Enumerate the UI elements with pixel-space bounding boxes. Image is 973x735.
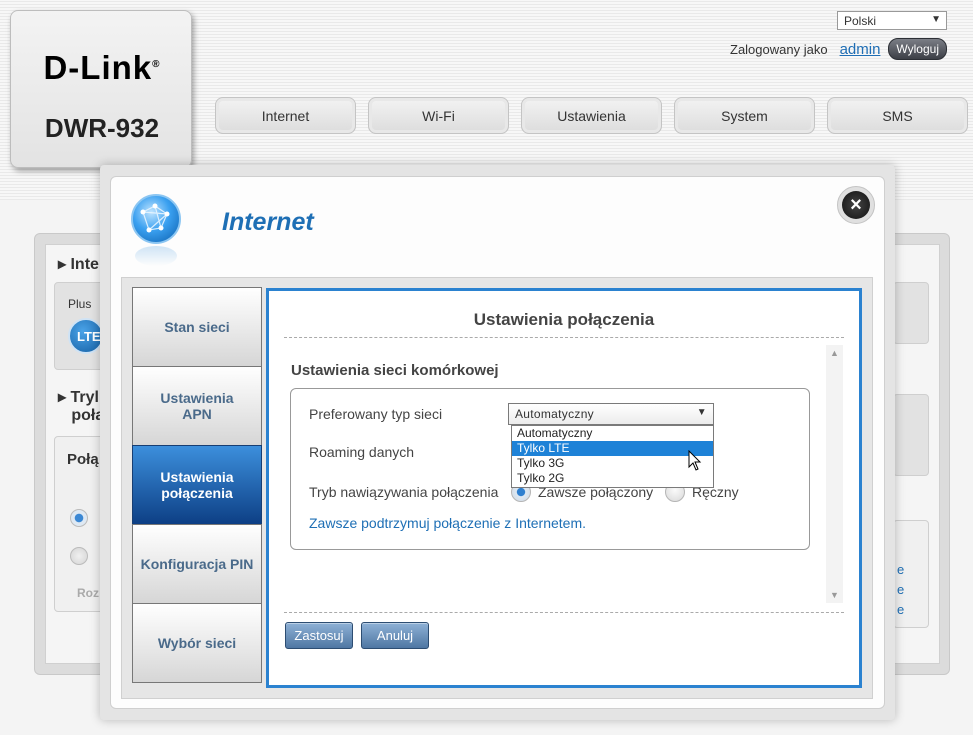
logged-in-label: Zalogowany jako	[730, 41, 828, 57]
language-value: Polski	[844, 14, 877, 28]
keepalive-text: Zawsze podtrzymuj połączenie z Internete…	[309, 515, 587, 531]
menu-item-connection[interactable]: Ustawienia połączenia	[132, 445, 262, 525]
bg-card-right-2	[893, 394, 929, 476]
option-2g-only[interactable]: Tylko 2G	[512, 471, 713, 486]
side-menu: Stan sieci Ustawienia APN Ustawienia poł…	[132, 287, 262, 683]
nav-system[interactable]: System	[674, 97, 815, 134]
scrollbar[interactable]: ▲ ▼	[826, 345, 843, 603]
logout-button[interactable]: Wyloguj	[888, 38, 947, 60]
bg-operator-label: Plus	[68, 297, 92, 311]
nav-internet[interactable]: Internet	[215, 97, 356, 134]
divider-top	[284, 337, 844, 338]
bg-radio-on	[70, 509, 88, 527]
nav-sms[interactable]: SMS	[827, 97, 968, 134]
menu-item-network[interactable]: Wybór sieci	[132, 603, 262, 683]
menu-item-apn[interactable]: Ustawienia APN	[132, 366, 262, 446]
nav-settings[interactable]: Ustawienia	[521, 97, 662, 134]
language-select[interactable]: Polski ▼	[837, 11, 947, 30]
option-3g-only[interactable]: Tylko 3G	[512, 456, 713, 471]
mouse-cursor-icon	[688, 450, 702, 471]
model-name: DWR-932	[44, 113, 160, 143]
network-type-label: Preferowany typ sieci	[309, 406, 443, 422]
panel-heading: Ustawienia połączenia	[473, 310, 655, 329]
bg-section-mode: ▸ Tryl poła	[58, 389, 105, 424]
network-type-dropdown: Automatyczny Tylko LTE Tylko 3G Tylko 2G	[511, 425, 714, 488]
scroll-up-icon[interactable]: ▲	[826, 348, 843, 358]
connection-mode-label: Tryb nawiązywania połączenia	[309, 484, 499, 500]
divider-bottom	[284, 612, 844, 613]
roaming-label: Roaming danych	[309, 444, 415, 460]
option-lte-only[interactable]: Tylko LTE	[512, 441, 713, 456]
option-automatic[interactable]: Automatyczny	[512, 426, 713, 441]
brand-logo: D-Link®	[43, 49, 161, 86]
bg-card-right-1	[893, 282, 929, 344]
cancel-button[interactable]: Anuluj	[361, 622, 429, 649]
bg-section-internet: ▸ Inte	[58, 256, 99, 273]
user-link[interactable]: admin	[840, 41, 881, 58]
network-type-select[interactable]: Automatyczny ▼	[508, 403, 714, 425]
globe-reflection	[135, 246, 177, 266]
globe-icon	[131, 194, 181, 244]
logo: D-Link® DWR-932	[10, 10, 192, 168]
scroll-down-icon[interactable]: ▼	[826, 590, 843, 600]
dialog-title: Internet	[222, 208, 314, 236]
menu-item-status[interactable]: Stan sieci	[132, 287, 262, 367]
bg-connection-label: Połą	[67, 451, 99, 468]
nav-wifi[interactable]: Wi-Fi	[368, 97, 509, 134]
bg-links: eee	[897, 562, 905, 617]
lte-icon: LTE	[68, 318, 104, 354]
chevron-down-icon: ▼	[696, 407, 707, 418]
apply-button[interactable]: Zastosuj	[285, 622, 353, 649]
close-button[interactable]: ×	[837, 186, 875, 224]
bg-label-roz: Roz	[77, 586, 99, 600]
bg-radio-off	[70, 547, 88, 565]
main-nav: Internet Wi-Fi Ustawienia System SMS	[215, 97, 968, 134]
close-icon: ×	[842, 191, 870, 219]
login-info: Zalogowany jako admin Wyloguj	[730, 38, 947, 60]
section-title: Ustawienia sieci komórkowej	[291, 362, 499, 379]
chevron-down-icon: ▼	[931, 14, 941, 25]
menu-item-pin[interactable]: Konfiguracja PIN	[132, 524, 262, 604]
network-type-value: Automatyczny	[515, 407, 594, 421]
